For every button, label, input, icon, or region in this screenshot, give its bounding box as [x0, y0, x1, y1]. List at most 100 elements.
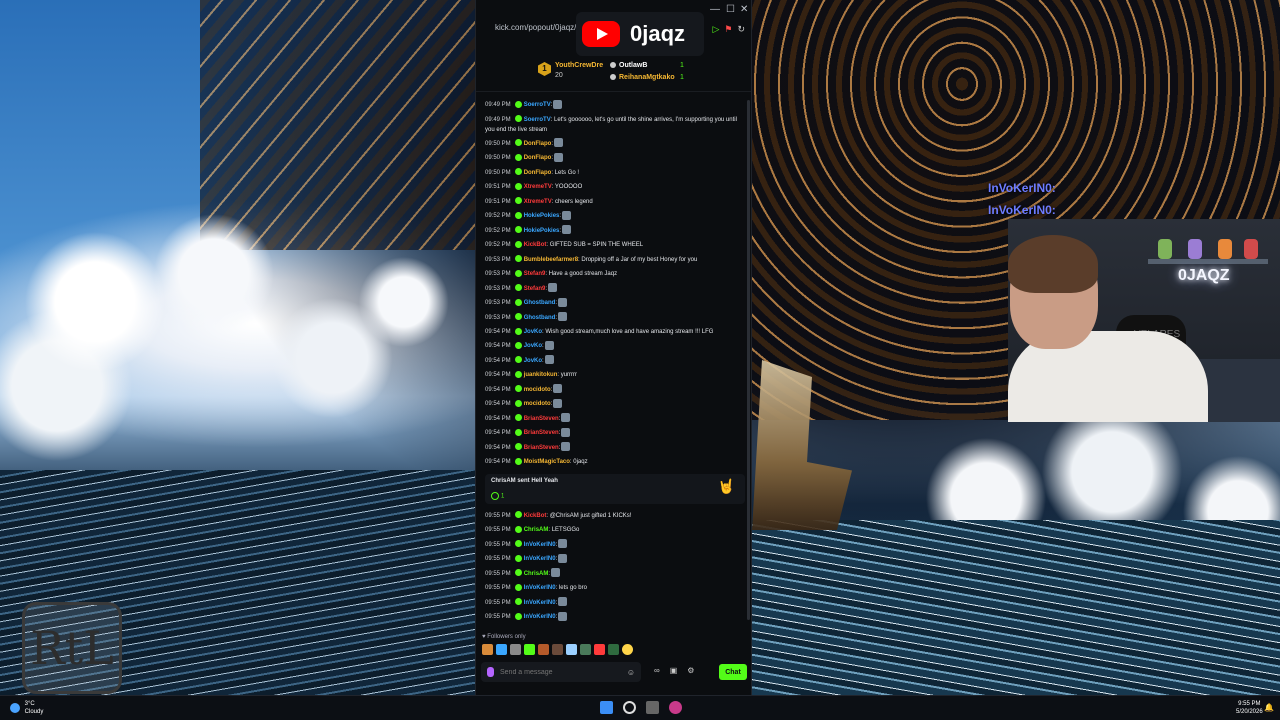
flag-icon[interactable]: ⚑: [724, 24, 732, 35]
weather-widget[interactable]: 3°C Cloudy: [10, 700, 43, 716]
chat-message[interactable]: 09:54 PM BrianSteven:: [485, 412, 745, 427]
message-username[interactable]: InVoKerIN0: [524, 614, 556, 620]
message-username[interactable]: BrianSteven: [524, 445, 559, 451]
chat-message[interactable]: 09:53 PM Ghostband:: [485, 296, 745, 311]
emote-icon[interactable]: [524, 644, 535, 655]
chat-message[interactable]: 09:54 PM BrianSteven:: [485, 441, 745, 456]
emote-icon[interactable]: [608, 644, 619, 655]
microphone-icon[interactable]: [487, 667, 494, 677]
system-clock[interactable]: 9:55 PM 5/20/2026: [1236, 700, 1263, 716]
message-username[interactable]: Ghostband: [524, 315, 556, 321]
message-username[interactable]: XtremeTV: [524, 184, 552, 190]
message-username[interactable]: XtremeTV: [524, 199, 552, 205]
chat-message[interactable]: 09:54 PM mocidoto:: [485, 397, 745, 412]
chat-message[interactable]: 09:55 PM KickBot: @ChrisAM just gifted 1 …: [485, 509, 745, 524]
gift-icon[interactable]: ▣: [670, 666, 678, 675]
leaderboard-top-name[interactable]: YouthCrewDre: [555, 62, 603, 69]
close-icon[interactable]: ✕: [740, 4, 748, 15]
chat-message[interactable]: 09:50 PM DonFlapo:: [485, 151, 745, 166]
emote-icon[interactable]: [482, 644, 493, 655]
leaderboard-item[interactable]: ReihanaMgtkako: [610, 74, 675, 81]
windows-start-icon[interactable]: [600, 701, 613, 714]
chat-message[interactable]: 09:50 PM DonFlapo: Lets Go !: [485, 166, 745, 181]
chat-message[interactable]: 09:52 PM HokiePokies:: [485, 224, 745, 239]
emote-icon[interactable]: [566, 644, 577, 655]
message-username[interactable]: mocidoto: [524, 387, 551, 393]
message-username[interactable]: DonFlapo: [524, 170, 552, 176]
chat-message[interactable]: 09:55 PM InVoKerIN0:: [485, 552, 745, 567]
browser-app-icon[interactable]: [669, 701, 682, 714]
url-bar[interactable]: kick.com/popout/0jaqz/cl: [495, 23, 582, 32]
emote-icon[interactable]: [580, 644, 591, 655]
chat-message[interactable]: 09:52 PM KickBot: GIFTED SUB = SPIN THE W…: [485, 238, 745, 253]
message-username[interactable]: InVoKerIN0: [524, 600, 556, 606]
chat-message[interactable]: 09:54 PM juankitokun: yurrrrr: [485, 368, 745, 383]
refresh-icon[interactable]: ↻: [737, 24, 745, 35]
message-username[interactable]: BrianSteven: [524, 416, 559, 422]
minimize-icon[interactable]: —: [710, 4, 720, 15]
message-username[interactable]: Stefan9: [524, 271, 546, 277]
message-username[interactable]: SoerroTV: [524, 117, 551, 123]
chat-message[interactable]: 09:55 PM ChrisAM:: [485, 567, 745, 582]
chat-message[interactable]: 09:53 PM Stefan9:: [485, 282, 745, 297]
chat-message[interactable]: 09:55 PM InVoKerIN0:: [485, 596, 745, 611]
search-icon[interactable]: [623, 701, 636, 714]
message-username[interactable]: JovKo: [524, 329, 542, 335]
message-username[interactable]: KickBot: [524, 513, 547, 519]
message-username[interactable]: DonFlapo: [524, 141, 552, 147]
chat-message[interactable]: 09:50 PM DonFlapo:: [485, 137, 745, 152]
message-username[interactable]: ChrisAM: [524, 527, 549, 533]
emote-icon[interactable]: [510, 644, 521, 655]
chat-message[interactable]: 09:52 PM HokiePokies:: [485, 209, 745, 224]
message-username[interactable]: JovKo: [524, 343, 542, 349]
emote-icon[interactable]: [552, 644, 563, 655]
leaderboard-item[interactable]: OutlawB: [610, 62, 647, 69]
notification-bell-icon[interactable]: 🔔: [1264, 703, 1274, 712]
chat-message[interactable]: 09:54 PM JovKo:: [485, 354, 745, 369]
task-view-icon[interactable]: [646, 701, 659, 714]
message-username[interactable]: Stefan9: [524, 286, 546, 292]
chat-message[interactable]: 09:54 PM mocidoto:: [485, 383, 745, 398]
gift-notification[interactable]: ChrisAM sent Hell Yeah 1 🤘: [485, 473, 745, 504]
message-username[interactable]: MoistMagicTaco: [524, 459, 570, 465]
emote-icon[interactable]: [538, 644, 549, 655]
chat-send-button[interactable]: Chat: [719, 664, 747, 680]
message-username[interactable]: mocidoto: [524, 401, 551, 407]
chat-message[interactable]: 09:55 PM ChrisAM: LETSGGo: [485, 523, 745, 538]
chat-message[interactable]: 09:55 PM InVoKerIN0:: [485, 538, 745, 553]
message-username[interactable]: HokiePokies: [524, 228, 560, 234]
message-username[interactable]: BrianSteven: [524, 430, 559, 436]
chat-message[interactable]: 09:51 PM XtremeTV: cheers legend: [485, 195, 745, 210]
emote-icon[interactable]: [594, 644, 605, 655]
maximize-icon[interactable]: ☐: [726, 4, 735, 15]
chat-message[interactable]: 09:54 PM BrianSteven:: [485, 426, 745, 441]
chat-message[interactable]: 09:53 PM Stefan9: Have a good stream Jaqz: [485, 267, 745, 282]
message-username[interactable]: InVoKerIN0: [524, 556, 556, 562]
gear-icon[interactable]: ⚙: [687, 666, 694, 675]
forward-icon[interactable]: ▷: [712, 24, 719, 35]
message-username[interactable]: HokiePokies: [524, 213, 560, 219]
chat-message[interactable]: 09:55 PM InVoKerIN0: lets go bro: [485, 581, 745, 596]
message-username[interactable]: KickBot: [524, 242, 547, 248]
message-input[interactable]: [500, 668, 621, 676]
chat-message[interactable]: 09:49 PM SoerroTV:: [485, 98, 745, 113]
message-username[interactable]: Bumblebeefarmer8: [524, 257, 578, 263]
chat-message[interactable]: 09:54 PM MoistMagicTaco: 0jaqz: [485, 455, 745, 470]
chat-message[interactable]: 09:55 PM InVoKerIN0:: [485, 610, 745, 625]
message-username[interactable]: DonFlapo: [524, 155, 552, 161]
message-username[interactable]: Ghostband: [524, 300, 556, 306]
chat-message[interactable]: 09:54 PM JovKo:: [485, 339, 745, 354]
emote-icon[interactable]: [496, 644, 507, 655]
message-username[interactable]: ChrisAM: [524, 571, 549, 577]
chat-message-list[interactable]: 09:49 PM SoerroTV: 09:49 PM SoerroTV: Let's…: [476, 98, 753, 628]
chat-message[interactable]: 09:51 PM XtremeTV: YOOOOO: [485, 180, 745, 195]
message-username[interactable]: InVoKerIN0: [524, 542, 556, 548]
emote-icon[interactable]: [622, 644, 633, 655]
chat-message[interactable]: 09:53 PM Bumblebeefarmer8: Dropping off a…: [485, 253, 745, 268]
infinity-icon[interactable]: ∞: [654, 666, 660, 675]
chat-message[interactable]: 09:54 PM JovKo: Wish good stream,much lov…: [485, 325, 745, 339]
message-username[interactable]: SoerroTV: [524, 102, 551, 108]
chat-message[interactable]: 09:49 PM SoerroTV: Let's goooooo, let's g…: [485, 113, 745, 137]
emoji-icon[interactable]: ☺: [627, 668, 635, 677]
message-username[interactable]: JovKo: [524, 358, 542, 364]
